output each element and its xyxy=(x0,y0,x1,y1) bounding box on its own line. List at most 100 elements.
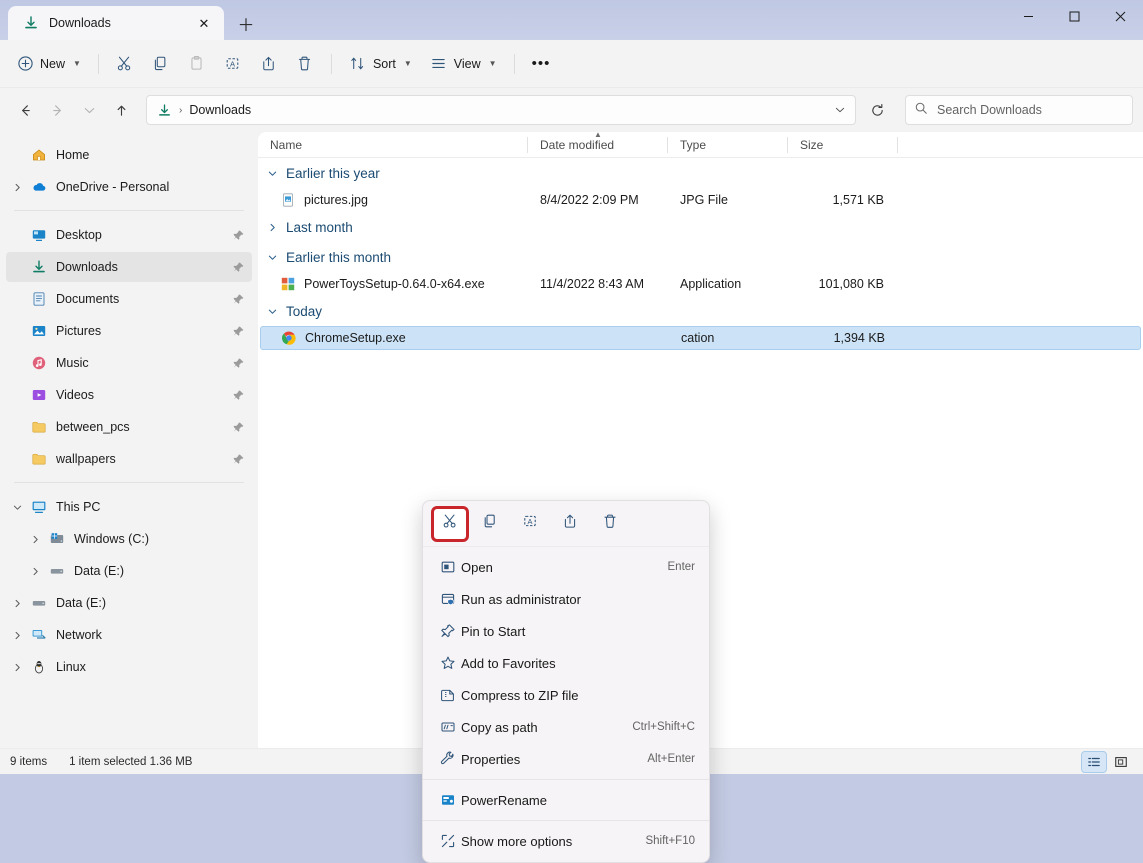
menu-item-add-to-favorites[interactable]: Add to Favorites xyxy=(427,647,705,679)
paste-button[interactable] xyxy=(180,48,214,80)
chevron-right-icon[interactable] xyxy=(6,182,28,193)
group-header-today[interactable]: Today xyxy=(258,296,1143,326)
sidebar-item-documents[interactable]: Documents xyxy=(6,284,252,314)
window-controls xyxy=(1005,0,1143,40)
pin-icon[interactable] xyxy=(230,261,246,274)
ctx-delete-button[interactable] xyxy=(593,508,627,540)
sidebar-item-windows-c[interactable]: Windows (C:) xyxy=(6,524,252,554)
search-icon xyxy=(914,101,928,120)
ctx-rename-button[interactable]: A xyxy=(513,508,547,540)
copy-button[interactable] xyxy=(144,48,178,80)
sidebar-item-home[interactable]: Home xyxy=(6,140,252,170)
ctx-cut-button[interactable] xyxy=(433,508,467,540)
back-button[interactable] xyxy=(10,95,40,125)
search-input[interactable]: Search Downloads xyxy=(905,95,1133,125)
downloads-icon xyxy=(28,259,50,275)
chevron-right-icon[interactable] xyxy=(24,566,46,577)
chevron-down-icon[interactable] xyxy=(6,502,28,513)
up-button[interactable] xyxy=(106,95,136,125)
sidebar-item-label: Music xyxy=(56,356,230,370)
chevron-right-icon[interactable] xyxy=(266,222,278,233)
pin-icon[interactable] xyxy=(230,293,246,306)
sidebar-item-network[interactable]: Network xyxy=(6,620,252,650)
share-button[interactable] xyxy=(252,48,286,80)
pin-icon[interactable] xyxy=(230,421,246,434)
chevron-right-icon[interactable] xyxy=(6,598,28,609)
view-button[interactable]: View ▼ xyxy=(422,48,505,80)
menu-item-copy-as-path[interactable]: Copy as path Ctrl+Shift+C xyxy=(427,711,705,743)
new-button[interactable]: New ▼ xyxy=(8,48,89,80)
pin-icon[interactable] xyxy=(230,389,246,402)
chevron-down-icon[interactable] xyxy=(266,252,278,263)
chevron-right-icon[interactable] xyxy=(24,534,46,545)
sidebar-item-linux[interactable]: Linux xyxy=(6,652,252,682)
sidebar-item-wallpapers[interactable]: wallpapers xyxy=(6,444,252,474)
chevron-right-icon[interactable] xyxy=(6,630,28,641)
menu-item-open[interactable]: Open Enter xyxy=(427,551,705,583)
menu-item-show-more-options[interactable]: Show more options Shift+F10 xyxy=(427,825,705,857)
close-button[interactable] xyxy=(1097,0,1143,32)
group-header-last-month[interactable]: Last month xyxy=(258,212,1143,242)
menu-item-run-as-administrator[interactable]: Run as administrator xyxy=(427,583,705,615)
chevron-down-icon[interactable] xyxy=(829,98,851,122)
ctx-share-button[interactable] xyxy=(553,508,587,540)
pin-icon[interactable] xyxy=(230,357,246,370)
column-header-size[interactable]: Size xyxy=(788,132,898,158)
table-row[interactable]: PowerToysSetup-0.64.0-x64.exe 11/4/2022 … xyxy=(260,272,1141,296)
table-row[interactable]: pictures.jpg 8/4/2022 2:09 PM JPG File 1… xyxy=(260,188,1141,212)
chevron-right-icon[interactable] xyxy=(6,662,28,673)
menu-item-properties[interactable]: Properties Alt+Enter xyxy=(427,743,705,775)
sidebar-item-onedrive-personal[interactable]: OneDrive - Personal xyxy=(6,172,252,202)
network-icon xyxy=(28,627,50,643)
sidebar-item-pictures[interactable]: Pictures xyxy=(6,316,252,346)
see-more-button[interactable]: ••• xyxy=(524,48,559,80)
sidebar-divider xyxy=(14,482,244,483)
pin-icon[interactable] xyxy=(230,325,246,338)
forward-button[interactable] xyxy=(42,95,72,125)
sidebar-item-data-e[interactable]: Data (E:) xyxy=(6,556,252,586)
menu-divider xyxy=(423,820,709,821)
refresh-button[interactable] xyxy=(862,95,892,125)
menu-item-compress-to-zip-file[interactable]: Compress to ZIP file xyxy=(427,679,705,711)
tab-downloads[interactable]: Downloads ✕ xyxy=(8,6,224,40)
close-icon[interactable]: ✕ xyxy=(192,11,216,35)
breadcrumb[interactable]: › Downloads xyxy=(146,95,856,125)
pin-icon[interactable] xyxy=(230,229,246,242)
group-header-earlier-this-month[interactable]: Earlier this month xyxy=(258,242,1143,272)
star-icon xyxy=(435,655,461,671)
new-tab-button[interactable]: ＋ xyxy=(230,8,262,38)
view-switcher xyxy=(1082,752,1133,772)
column-header-type[interactable]: Type xyxy=(668,132,788,158)
chevron-down-icon[interactable] xyxy=(266,306,278,317)
sidebar-item-music[interactable]: Music xyxy=(6,348,252,378)
large-icons-view-button[interactable] xyxy=(1109,752,1133,772)
column-header-name[interactable]: Name xyxy=(258,132,528,158)
menu-item-label: Open xyxy=(461,560,668,575)
group-header-earlier-this-year[interactable]: Earlier this year xyxy=(258,158,1143,188)
breadcrumb-path[interactable]: Downloads xyxy=(189,103,251,117)
sort-button[interactable]: Sort ▼ xyxy=(341,48,420,80)
menu-item-powerrename[interactable]: PowerRename xyxy=(427,784,705,816)
maximize-button[interactable] xyxy=(1051,0,1097,32)
rename-button[interactable]: A xyxy=(216,48,250,80)
menu-item-pin-to-start[interactable]: Pin to Start xyxy=(427,615,705,647)
sidebar-item-downloads[interactable]: Downloads xyxy=(6,252,252,282)
cut-button[interactable] xyxy=(108,48,142,80)
chevron-down-icon[interactable] xyxy=(266,168,278,179)
sort-button-label: Sort xyxy=(373,57,396,71)
column-header-date-modified[interactable]: ▲ Date modified xyxy=(528,132,668,158)
sidebar-item-between-pcs[interactable]: between_pcs xyxy=(6,412,252,442)
sidebar-item-this-pc[interactable]: This PC xyxy=(6,492,252,522)
pin-icon[interactable] xyxy=(230,453,246,466)
table-row[interactable]: ChromeSetup.exe cation 1,394 KB xyxy=(260,326,1141,350)
ctx-copy-button[interactable] xyxy=(473,508,507,540)
sidebar-item-data-e[interactable]: Data (E:) xyxy=(6,588,252,618)
sidebar-item-desktop[interactable]: Desktop xyxy=(6,220,252,250)
recent-locations-button[interactable] xyxy=(74,95,104,125)
tab-title: Downloads xyxy=(49,16,183,30)
file-size-cell: 101,080 KB xyxy=(788,277,898,291)
minimize-button[interactable] xyxy=(1005,0,1051,32)
details-view-button[interactable] xyxy=(1082,752,1106,772)
sidebar-item-videos[interactable]: Videos xyxy=(6,380,252,410)
delete-button[interactable] xyxy=(288,48,322,80)
